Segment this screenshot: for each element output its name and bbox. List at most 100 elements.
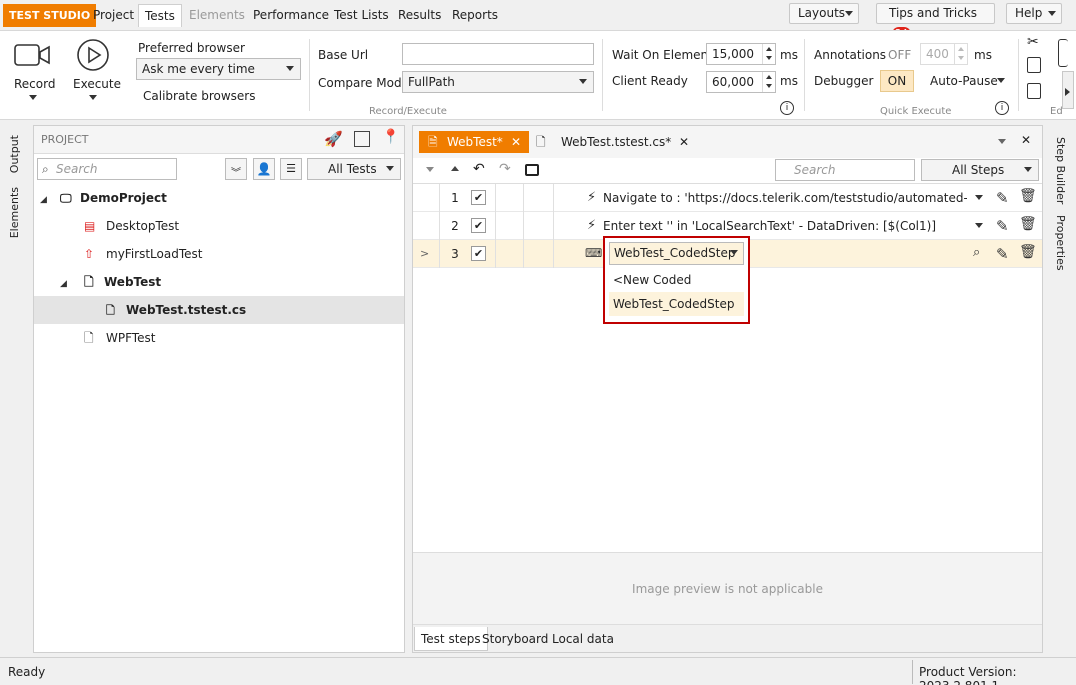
annotations-duration-input[interactable]: 400: [920, 43, 968, 65]
coded-function-select[interactable]: WebTest_CodedStep: [609, 242, 744, 265]
project-header: PROJECT 🚀 📍: [34, 126, 404, 154]
menu-elements[interactable]: Elements: [183, 4, 251, 27]
base-url-input[interactable]: [402, 43, 594, 65]
tree-item-label: DemoProject: [80, 191, 167, 205]
help-button[interactable]: Help: [1006, 3, 1062, 24]
cut-icon[interactable]: ✂: [1027, 34, 1039, 50]
layouts-button[interactable]: Layouts: [789, 3, 859, 24]
stepper-icon[interactable]: [762, 72, 775, 92]
side-tab-properties[interactable]: Properties: [1054, 215, 1067, 271]
compare-mode-select[interactable]: FullPath: [402, 71, 594, 93]
wait-on-elements-input[interactable]: 15,000: [706, 43, 776, 65]
steps-filter-select[interactable]: All Steps: [921, 159, 1039, 181]
calibrate-browsers-button[interactable]: Calibrate browsers: [143, 89, 255, 103]
steps-search-input[interactable]: Search: [775, 159, 915, 181]
preferred-browser-select[interactable]: Ask me every time: [136, 58, 301, 80]
tree-item-webtest[interactable]: ◢ 🗋 WebTest: [60, 268, 402, 296]
expand-icon[interactable]: ◢: [40, 186, 60, 214]
panel-icon[interactable]: [1058, 39, 1068, 67]
web-test-icon: 🗎: [428, 135, 438, 149]
step-checkbox[interactable]: ✔: [471, 246, 486, 261]
move-down-icon[interactable]: [426, 167, 434, 172]
open-external-icon[interactable]: [354, 131, 370, 147]
menu-results[interactable]: Results: [392, 4, 447, 27]
tab-storyboard[interactable]: Storyboard: [476, 627, 554, 651]
side-tab-elements[interactable]: Elements: [8, 187, 21, 238]
load-test-icon: ⇧: [84, 247, 95, 261]
expand-icon[interactable]: ◢: [60, 270, 84, 298]
wait-on-elements-value: 15,000: [712, 47, 754, 61]
divider: [804, 39, 805, 111]
tree-item-wpftest[interactable]: 🗋 WPFTest: [84, 324, 402, 352]
list-icon[interactable]: ☰: [280, 158, 302, 180]
chevron-down-icon[interactable]: [975, 223, 983, 228]
ribbon-scrollbar[interactable]: [1062, 71, 1074, 109]
tree-item-desktoptest[interactable]: ▤ DesktopTest: [84, 212, 402, 240]
close-panel-icon[interactable]: ✕: [1021, 133, 1031, 147]
tree-item-demoproject[interactable]: ◢ 🖵 DemoProject: [40, 184, 402, 212]
side-tab-output[interactable]: Output: [8, 135, 21, 173]
collapse-all-icon[interactable]: ︾: [225, 158, 247, 180]
menu-reports[interactable]: Reports: [446, 4, 504, 27]
document-tabs-bar: 🗎 WebTest* ✕ 🗋 WebTest.tstest.cs* ✕ ✕: [413, 126, 1042, 158]
stepper-icon[interactable]: [762, 44, 775, 64]
close-icon[interactable]: ✕: [511, 131, 521, 153]
rocket-icon[interactable]: 🚀: [324, 130, 343, 148]
tests-filter-select[interactable]: All Tests: [307, 158, 401, 180]
pin-icon[interactable]: 📍: [382, 129, 399, 145]
step-checkbox[interactable]: ✔: [471, 218, 486, 233]
paste-icon[interactable]: [1027, 83, 1041, 99]
edit-icon[interactable]: ✎: [996, 245, 1009, 263]
chevron-down-icon[interactable]: [997, 78, 1005, 83]
user-filter-icon[interactable]: 👤: [253, 158, 275, 180]
app-brand[interactable]: TEST STUDIO: [3, 4, 97, 27]
annotations-toggle[interactable]: OFF: [888, 48, 911, 62]
search-icon: ⌕: [42, 162, 49, 176]
menu-tests[interactable]: Tests: [138, 4, 182, 27]
edit-icon[interactable]: ✎: [996, 217, 1009, 235]
project-search-input[interactable]: ⌕ Search: [37, 158, 177, 180]
tab-local-data[interactable]: Local data: [546, 627, 620, 651]
chevron-right-icon[interactable]: >: [420, 247, 429, 260]
chevron-down-icon[interactable]: [998, 139, 1006, 144]
dropdown-option-webtest-codedstep[interactable]: WebTest_CodedStep: [609, 292, 744, 316]
chevron-down-icon[interactable]: [975, 195, 983, 200]
tree-item-label: WPFTest: [106, 331, 156, 345]
execute-button[interactable]: Execute: [70, 37, 121, 107]
move-up-icon[interactable]: [451, 166, 459, 171]
stepper-icon[interactable]: [954, 44, 967, 64]
debugger-toggle[interactable]: ON: [880, 70, 914, 92]
tab-webtest[interactable]: 🗎 WebTest* ✕: [419, 131, 529, 153]
info-icon[interactable]: i: [780, 101, 794, 115]
step-checkbox[interactable]: ✔: [471, 190, 486, 205]
undo-icon[interactable]: ↶: [473, 161, 485, 177]
tree-item-myfirstloadtest[interactable]: ⇧ myFirstLoadTest: [84, 240, 402, 268]
step-row[interactable]: 1 ✔ ⚡ Navigate to : 'https://docs.teleri…: [413, 184, 1042, 212]
auto-pause-dropdown[interactable]: Auto-Pause: [930, 74, 998, 88]
delete-icon[interactable]: 🗑: [1019, 244, 1037, 260]
side-tab-step-builder[interactable]: Step Builder: [1054, 137, 1067, 204]
delete-icon[interactable]: 🗑: [1019, 216, 1037, 232]
dropdown-option-new-coded-function[interactable]: <New Coded Function>: [609, 268, 744, 311]
menu-performance[interactable]: Performance: [247, 4, 335, 27]
coded-function-dropdown: WebTest_CodedStep <New Coded Function> W…: [603, 236, 750, 324]
search-icon[interactable]: ⌕: [973, 245, 980, 260]
record-button[interactable]: Record: [8, 37, 58, 107]
client-ready-input[interactable]: 60,000: [706, 71, 776, 93]
project-icon: 🖵: [60, 191, 72, 205]
tree-item-label: WebTest.tstest.cs: [126, 303, 247, 317]
tips-and-tricks-button[interactable]: Tips and Tricks24: [876, 3, 995, 41]
delete-icon[interactable]: 🗑: [1019, 188, 1037, 204]
redo-icon[interactable]: ↷: [499, 161, 511, 177]
tree-item-label: DesktopTest: [106, 219, 180, 233]
menu-test-lists[interactable]: Test Lists: [328, 4, 395, 27]
menu-project[interactable]: Project: [87, 4, 140, 27]
close-icon[interactable]: ✕: [679, 131, 689, 153]
tree-item-webtest-tstest-cs[interactable]: 🗋 WebTest.tstest.cs: [34, 296, 404, 324]
edit-icon[interactable]: ✎: [996, 189, 1009, 207]
info-icon[interactable]: i: [995, 101, 1009, 115]
step-view-icon[interactable]: [525, 164, 539, 176]
tab-label: WebTest.tstest.cs: [561, 135, 666, 149]
tab-webtest-tstest-cs[interactable]: 🗋 WebTest.tstest.cs* ✕: [533, 131, 689, 153]
copy-icon[interactable]: [1027, 57, 1041, 73]
